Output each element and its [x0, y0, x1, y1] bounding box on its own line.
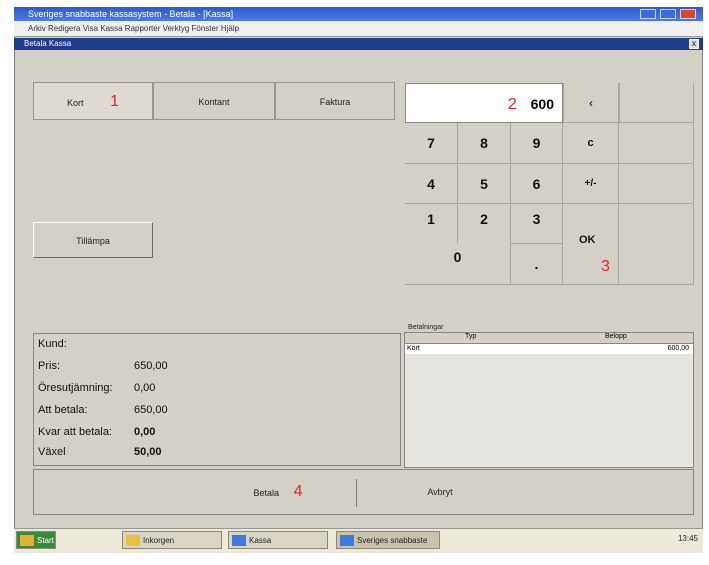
taskbar-item-label: Inkorgen	[143, 536, 175, 545]
payments-list-header: Typ Belopp	[405, 333, 693, 344]
cancel-button[interactable]: Avbryt	[360, 469, 520, 515]
payments-list[interactable]: Typ Belopp Kort 600,00	[404, 332, 694, 468]
summary-row-rounding: Öresutjämning: 0,00	[38, 382, 156, 394]
footer-divider	[356, 479, 357, 507]
app-icon	[340, 535, 354, 546]
summary-row-to-pay: Att betala: 650,00	[38, 404, 168, 416]
annotation-2: 2	[507, 96, 517, 113]
mdi-title-bar: Betala Kassa	[14, 38, 703, 50]
key-7[interactable]: 7	[405, 123, 458, 164]
tab-invoice-label: Faktura	[319, 97, 351, 107]
taskbar-item-label: Sveriges snabbaste	[357, 536, 428, 545]
window-title-bar: Sveriges snabbaste kassasystem - Betala …	[14, 7, 703, 21]
backspace-icon: ‹	[589, 96, 593, 110]
system-clock: 13:45	[677, 534, 698, 543]
row-amount: 600,00	[667, 345, 689, 352]
col-amount-header: Belopp	[605, 333, 627, 340]
maximize-button[interactable]	[660, 9, 676, 19]
keypad: 7 8 9 c 4 5 6 +/- 1 2 3 OK 3 0 .	[405, 123, 694, 285]
backspace-key[interactable]: ‹	[563, 83, 619, 123]
key-4[interactable]: 4	[405, 164, 458, 204]
blank-key-2[interactable]	[619, 123, 694, 164]
key-2[interactable]: 2	[458, 204, 511, 244]
tab-invoice[interactable]: Faktura	[275, 82, 395, 120]
tab-cash[interactable]: Kontant	[153, 82, 275, 120]
taskbar-item-kassa[interactable]: Kassa	[228, 531, 328, 549]
folder-icon	[126, 535, 140, 546]
key-5[interactable]: 5	[458, 164, 511, 204]
key-0[interactable]: 0	[405, 244, 511, 285]
key-6[interactable]: 6	[511, 164, 563, 204]
blank-key-1[interactable]	[619, 83, 694, 123]
key-decimal[interactable]: .	[511, 244, 563, 285]
payments-label: Betalningar	[408, 324, 444, 331]
start-label: Start	[37, 536, 54, 545]
taskbar-item-active[interactable]: Sveriges snabbaste	[336, 531, 440, 549]
apply-button[interactable]: Tillämpa	[33, 222, 153, 258]
app-icon	[232, 535, 246, 546]
annotation-4: 4	[293, 483, 303, 500]
taskbar-item-label: Kassa	[249, 536, 272, 545]
taskbar-item-inbox[interactable]: Inkorgen	[122, 531, 222, 549]
key-3[interactable]: 3	[511, 204, 563, 244]
summary-row-remaining: Kvar att betala: 0,00	[38, 426, 156, 438]
key-plus-minus[interactable]: +/-	[563, 164, 619, 204]
blank-key-4[interactable]	[619, 204, 694, 285]
ok-button[interactable]: OK 3	[563, 204, 619, 285]
summary-row-price: Pris: 650,00	[38, 360, 168, 372]
tab-cash-label: Kontant	[198, 97, 230, 107]
ok-button-label: OK	[579, 234, 596, 246]
amount-display[interactable]: 2 600	[405, 83, 563, 123]
amount-display-value: 600	[530, 96, 554, 112]
apply-button-label: Tillämpa	[76, 236, 110, 246]
windows-logo-icon	[20, 535, 34, 546]
table-row[interactable]: Kort 600,00	[405, 344, 693, 354]
key-8[interactable]: 8	[458, 123, 511, 164]
tab-card-label: Kort	[67, 98, 84, 108]
key-1[interactable]: 1	[405, 204, 458, 244]
payment-summary: Kund: Pris: 650,00 Öresutjämning: 0,00 A…	[33, 333, 401, 466]
minimize-button[interactable]	[640, 9, 656, 19]
tab-panel	[33, 119, 395, 307]
summary-row-change: Växel 50,00	[38, 446, 162, 458]
row-type: Kort	[407, 345, 420, 352]
start-button[interactable]: Start	[16, 531, 56, 549]
cancel-button-label: Avbryt	[427, 487, 453, 497]
annotation-3: 3	[601, 258, 610, 275]
col-type-header: Typ	[465, 333, 477, 340]
menu-bar[interactable]: Arkiv Redigera Visa Kassa Rapporter Verk…	[14, 21, 703, 37]
customer-heading: Kund:	[38, 338, 67, 350]
key-9[interactable]: 9	[511, 123, 563, 164]
close-button[interactable]	[680, 9, 696, 19]
pay-button-label: Betala	[253, 488, 280, 498]
tab-card[interactable]: Kort 1	[33, 82, 153, 120]
pay-button[interactable]: Betala 4	[200, 469, 356, 515]
blank-key-3[interactable]	[619, 164, 694, 204]
mdi-close-button[interactable]: x	[689, 39, 699, 49]
annotation-1: 1	[110, 93, 119, 110]
key-clear[interactable]: c	[563, 123, 619, 164]
